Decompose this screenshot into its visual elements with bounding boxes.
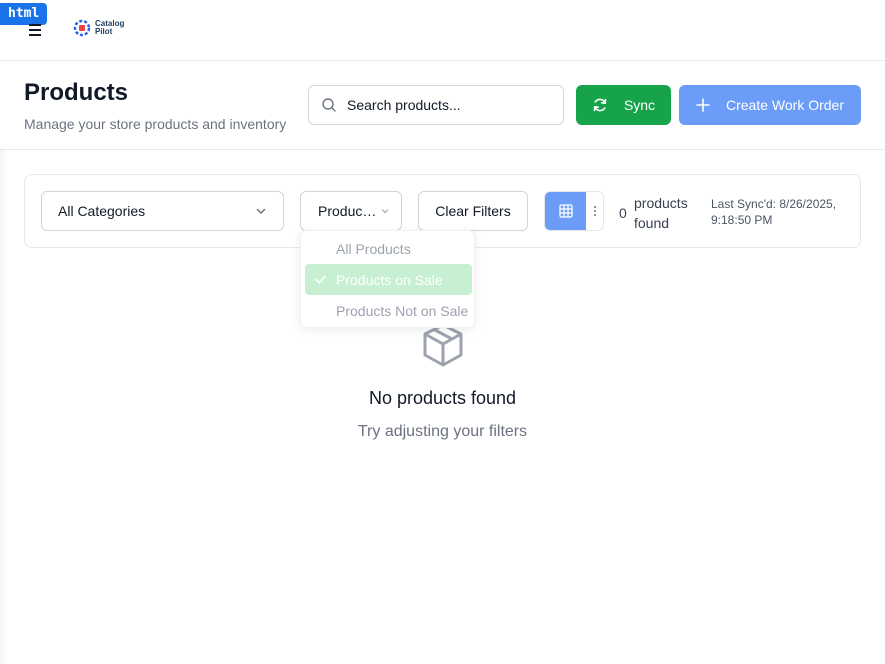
chevron-down-icon [381, 209, 389, 214]
product-count-label: products found [634, 195, 688, 231]
product-count: 0 [619, 205, 627, 221]
product-filter-select[interactable]: Products on Sale [300, 191, 402, 231]
more-vertical-icon [593, 206, 596, 216]
grid-view-button[interactable] [545, 192, 586, 230]
search-box [308, 85, 564, 125]
page-subtitle: Manage your store products and inventory [24, 116, 287, 132]
product-filter-value: Products on Sale [318, 203, 378, 219]
category-select-value: All Categories [58, 203, 146, 219]
sync-button[interactable]: Sync [576, 85, 671, 125]
dropdown-option-products-not-on-sale[interactable]: Products Not on Sale [305, 295, 472, 326]
dropdown-option-products-on-sale[interactable]: Products on Sale [305, 264, 472, 295]
box-icon [421, 322, 465, 373]
menu-icon[interactable] [29, 24, 43, 36]
chevron-down-icon [256, 208, 266, 214]
create-work-order-button[interactable]: Create Work Order [679, 85, 861, 125]
clear-filters-button[interactable]: Clear Filters [418, 191, 528, 231]
plus-icon [696, 98, 710, 112]
last-sync-timestamp: Last Sync'd: 8/26/2025, 9:18:50 PM [711, 197, 837, 227]
category-select[interactable]: All Categories [41, 191, 284, 231]
grid-icon [558, 204, 573, 218]
page-header: Products Manage your store products and … [0, 61, 885, 150]
refresh-icon [593, 98, 607, 112]
page-title: Products [24, 79, 129, 106]
logo-line2: Pilot [95, 27, 113, 36]
dropdown-option-label: Products on Sale [336, 271, 443, 288]
view-toggle [544, 191, 604, 231]
product-filter-dropdown: All Products Products on Sale Products N… [300, 230, 475, 328]
logo-gear-icon [73, 19, 91, 37]
search-input[interactable] [347, 97, 547, 113]
dropdown-option-all-products[interactable]: All Products [305, 233, 472, 264]
list-view-button[interactable] [586, 192, 603, 230]
html-badge: html [0, 3, 48, 25]
empty-state-title: No products found [368, 388, 517, 408]
sync-label: Sync [623, 97, 656, 113]
top-bar: html Catalog Pilot [0, 0, 885, 61]
create-work-order-label: Create Work Order [726, 97, 844, 113]
empty-state-subtitle: Try adjusting your filters [357, 423, 528, 440]
logo[interactable]: Catalog Pilot [72, 18, 124, 38]
search-icon [322, 98, 336, 112]
check-icon [315, 275, 326, 284]
